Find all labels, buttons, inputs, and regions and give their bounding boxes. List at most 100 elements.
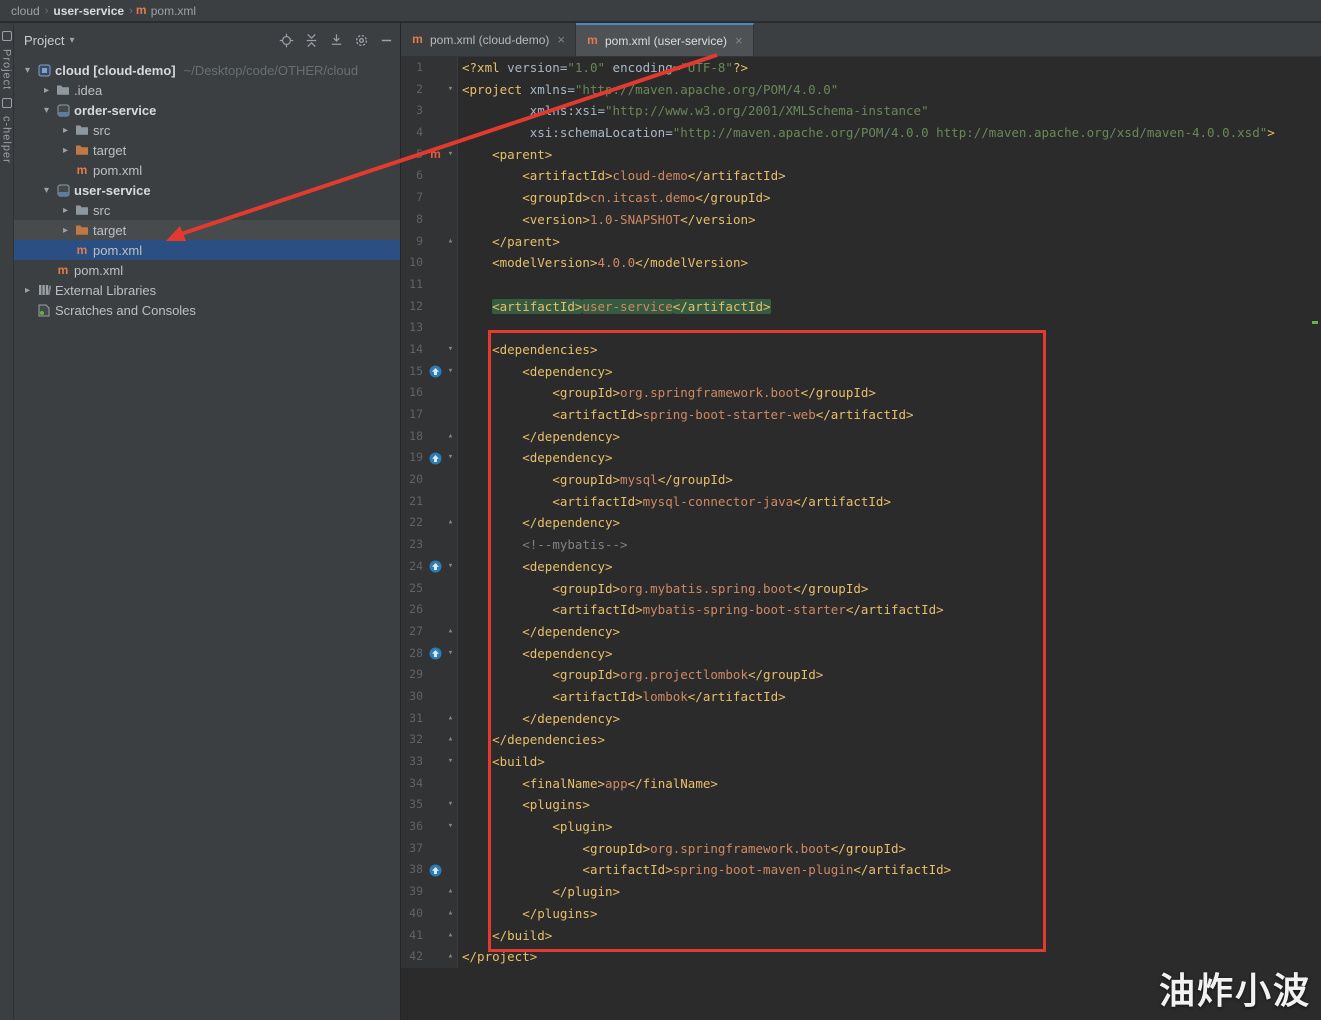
breadcrumb-item-pom[interactable]: pom.xml bbox=[148, 4, 199, 18]
code-line[interactable]: 20 <groupId>mysql</groupId> bbox=[401, 469, 1321, 491]
fold-close-icon[interactable]: ▴ bbox=[444, 426, 458, 448]
code-line[interactable]: 38 <artifactId>spring-boot-maven-plugin<… bbox=[401, 859, 1321, 881]
fold-open-icon[interactable]: ▾ bbox=[444, 447, 458, 469]
chevron-right-icon[interactable]: ▸ bbox=[58, 145, 73, 156]
code-line[interactable]: 40▴ </plugins> bbox=[401, 903, 1321, 925]
tree-row-pom-xml[interactable]: mpom.xml bbox=[14, 240, 400, 260]
code-line[interactable]: 37 <groupId>org.springframework.boot</gr… bbox=[401, 838, 1321, 860]
chevron-right-icon[interactable]: ▸ bbox=[58, 225, 73, 236]
code-line[interactable]: 15▾ <dependency> bbox=[401, 361, 1321, 383]
code-line[interactable]: 18▴ </dependency> bbox=[401, 426, 1321, 448]
code-line[interactable]: 24▾ <dependency> bbox=[401, 556, 1321, 578]
code-line[interactable]: 19▾ <dependency> bbox=[401, 447, 1321, 469]
code-line[interactable]: 25 <groupId>org.mybatis.spring.boot</gro… bbox=[401, 578, 1321, 600]
code-line[interactable]: 6 <artifactId>cloud-demo</artifactId> bbox=[401, 165, 1321, 187]
tree-row-external-libraries[interactable]: ▸External Libraries bbox=[14, 280, 400, 300]
tab-pom-user-service[interactable]: m pom.xml (user-service) × bbox=[576, 23, 754, 56]
tree-row-target[interactable]: ▸target bbox=[14, 220, 400, 240]
code-line[interactable]: 14▾ <dependencies> bbox=[401, 339, 1321, 361]
tree-row-src[interactable]: ▸src bbox=[14, 120, 400, 140]
dependency-update-icon[interactable] bbox=[427, 859, 444, 881]
code-line[interactable]: 8 <version>1.0-SNAPSHOT</version> bbox=[401, 209, 1321, 231]
code-line[interactable]: 2▾<project xmlns="http://maven.apache.or… bbox=[401, 79, 1321, 101]
tree-row--idea[interactable]: ▸.idea bbox=[14, 80, 400, 100]
code-line[interactable]: 13 bbox=[401, 317, 1321, 339]
error-stripe[interactable] bbox=[1311, 59, 1319, 1019]
fold-close-icon[interactable]: ▴ bbox=[444, 231, 458, 253]
tree-row-pom-xml[interactable]: mpom.xml bbox=[14, 160, 400, 180]
maven-gutter-icon[interactable]: m bbox=[427, 144, 444, 166]
fold-close-icon[interactable]: ▴ bbox=[444, 621, 458, 643]
dependency-update-icon[interactable] bbox=[427, 643, 444, 665]
code-line[interactable]: 33▾ <build> bbox=[401, 751, 1321, 773]
code-line[interactable]: 9▴ </parent> bbox=[401, 231, 1321, 253]
code-line[interactable]: 16 <groupId>org.springframework.boot</gr… bbox=[401, 382, 1321, 404]
tab-pom-cloud-demo[interactable]: m pom.xml (cloud-demo) × bbox=[401, 23, 576, 56]
chevron-right-icon[interactable]: ▸ bbox=[20, 285, 35, 296]
locate-icon[interactable] bbox=[279, 33, 294, 48]
fold-close-icon[interactable]: ▴ bbox=[444, 925, 458, 947]
breadcrumb-item-user-service[interactable]: user-service bbox=[50, 4, 127, 18]
helper-tool-icon[interactable] bbox=[2, 98, 12, 108]
code-editor[interactable]: 1<?xml version="1.0" encoding="UTF-8"?>2… bbox=[401, 57, 1321, 1020]
fold-open-icon[interactable]: ▾ bbox=[444, 816, 458, 838]
code-line[interactable]: 35▾ <plugins> bbox=[401, 794, 1321, 816]
code-line[interactable]: 23 <!--mybatis--> bbox=[401, 534, 1321, 556]
fold-open-icon[interactable]: ▾ bbox=[444, 361, 458, 383]
code-line[interactable]: 4 xsi:schemaLocation="http://maven.apach… bbox=[401, 122, 1321, 144]
code-line[interactable]: 26 <artifactId>mybatis-spring-boot-start… bbox=[401, 599, 1321, 621]
stripe-label-project[interactable]: Project bbox=[1, 49, 13, 90]
code-line[interactable]: 32▴ </dependencies> bbox=[401, 729, 1321, 751]
dependency-update-icon[interactable] bbox=[427, 361, 444, 383]
code-line[interactable]: 39▴ </plugin> bbox=[401, 881, 1321, 903]
code-line[interactable]: 41▴ </build> bbox=[401, 925, 1321, 947]
chevron-right-icon[interactable]: ▸ bbox=[58, 205, 73, 216]
code-line[interactable]: 28▾ <dependency> bbox=[401, 643, 1321, 665]
fold-close-icon[interactable]: ▴ bbox=[444, 881, 458, 903]
fold-open-icon[interactable]: ▾ bbox=[444, 794, 458, 816]
chevron-down-icon[interactable]: ▾ bbox=[39, 185, 54, 196]
tree-row-scratches-and-consoles[interactable]: Scratches and Consoles bbox=[14, 300, 400, 320]
code-line[interactable]: 12 <artifactId>user-service</artifactId> bbox=[401, 296, 1321, 318]
code-line[interactable]: 11 bbox=[401, 274, 1321, 296]
tree-row-pom-xml[interactable]: mpom.xml bbox=[14, 260, 400, 280]
fold-close-icon[interactable]: ▴ bbox=[444, 512, 458, 534]
code-line[interactable]: 1<?xml version="1.0" encoding="UTF-8"?> bbox=[401, 57, 1321, 79]
fold-close-icon[interactable]: ▴ bbox=[444, 708, 458, 730]
code-line[interactable]: 10 <modelVersion>4.0.0</modelVersion> bbox=[401, 252, 1321, 274]
fold-open-icon[interactable]: ▾ bbox=[444, 339, 458, 361]
code-line[interactable]: 36▾ <plugin> bbox=[401, 816, 1321, 838]
fold-open-icon[interactable]: ▾ bbox=[444, 144, 458, 166]
settings-gear-icon[interactable] bbox=[354, 33, 369, 48]
tree-row-user-service[interactable]: ▾user-service bbox=[14, 180, 400, 200]
code-line[interactable]: 7 <groupId>cn.itcast.demo</groupId> bbox=[401, 187, 1321, 209]
close-icon[interactable]: × bbox=[557, 32, 565, 47]
fold-open-icon[interactable]: ▾ bbox=[444, 751, 458, 773]
highlight-marker[interactable] bbox=[1312, 321, 1318, 324]
code-line[interactable]: 31▴ </dependency> bbox=[401, 708, 1321, 730]
tree-row-cloud-cloud-demo-[interactable]: ▾cloud [cloud-demo]~/Desktop/code/OTHER/… bbox=[14, 60, 400, 80]
code-line[interactable]: 22▴ </dependency> bbox=[401, 512, 1321, 534]
chevron-right-icon[interactable]: ▸ bbox=[39, 85, 54, 96]
project-tool-icon[interactable] bbox=[2, 31, 12, 41]
chevron-down-icon[interactable]: ▾ bbox=[39, 105, 54, 116]
code-line[interactable]: 30 <artifactId>lombok</artifactId> bbox=[401, 686, 1321, 708]
collapse-all-icon[interactable] bbox=[304, 33, 319, 48]
tree-row-target[interactable]: ▸target bbox=[14, 140, 400, 160]
chevron-down-icon[interactable]: ▾ bbox=[20, 65, 35, 76]
dependency-update-icon[interactable] bbox=[427, 447, 444, 469]
fold-open-icon[interactable]: ▾ bbox=[444, 643, 458, 665]
chevron-down-icon[interactable]: ▾ bbox=[69, 35, 74, 46]
code-line[interactable]: 34 <finalName>app</finalName> bbox=[401, 773, 1321, 795]
fold-close-icon[interactable]: ▴ bbox=[444, 946, 458, 968]
scroll-from-source-icon[interactable] bbox=[329, 33, 344, 48]
tree-row-src[interactable]: ▸src bbox=[14, 200, 400, 220]
stripe-label-helper[interactable]: c-helper bbox=[1, 116, 13, 164]
code-line[interactable]: 3 xmlns:xsi="http://www.w3.org/2001/XMLS… bbox=[401, 100, 1321, 122]
dependency-update-icon[interactable] bbox=[427, 556, 444, 578]
code-line[interactable]: 17 <artifactId>spring-boot-starter-web</… bbox=[401, 404, 1321, 426]
chevron-right-icon[interactable]: ▸ bbox=[58, 125, 73, 136]
fold-close-icon[interactable]: ▴ bbox=[444, 729, 458, 751]
fold-close-icon[interactable]: ▴ bbox=[444, 903, 458, 925]
code-line[interactable]: 29 <groupId>org.projectlombok</groupId> bbox=[401, 664, 1321, 686]
